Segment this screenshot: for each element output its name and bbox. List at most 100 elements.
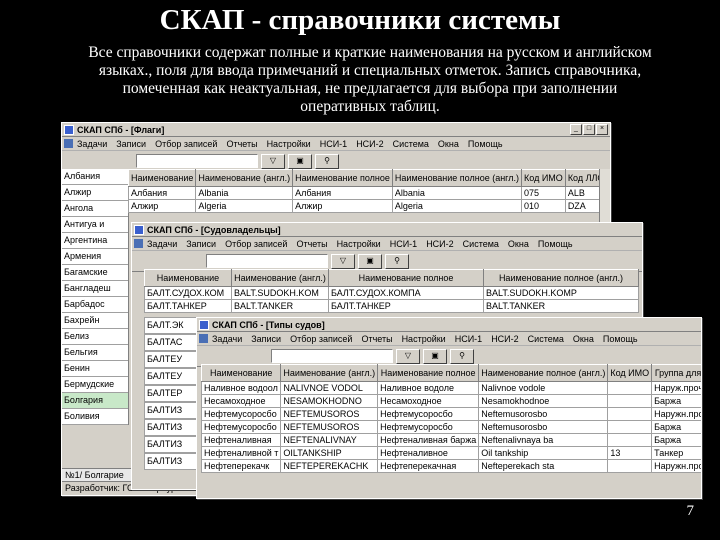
list-item[interactable]: Антигуа и <box>62 217 128 233</box>
col-header[interactable]: Наименование полное <box>292 169 393 187</box>
col-header[interactable]: Наименование (англ.) <box>195 169 294 187</box>
filter-icon[interactable]: ▽ <box>261 153 285 169</box>
menu-system[interactable]: Система <box>463 239 499 249</box>
list-item[interactable]: Бенин <box>62 361 128 377</box>
menu-help[interactable]: Помощь <box>603 334 638 344</box>
filter-field[interactable] <box>136 154 258 168</box>
list-item[interactable]: Армения <box>62 249 128 265</box>
list-item[interactable]: Бельгия <box>62 345 128 361</box>
menu-reports[interactable]: Отчеты <box>226 139 257 149</box>
list-item[interactable]: Ангола <box>62 201 128 217</box>
menu-nsi2[interactable]: НСИ-2 <box>426 239 453 249</box>
search-icon[interactable]: ⚲ <box>385 253 409 269</box>
list-item[interactable]: Албания <box>62 169 128 185</box>
menu-nsi2[interactable]: НСИ-2 <box>491 334 518 344</box>
col-header[interactable]: Наименование <box>144 269 232 287</box>
table-row[interactable]: Нефтеперекачк NEFTEPEREKACHK Нефтеперека… <box>200 459 701 473</box>
menu-windows[interactable]: Окна <box>508 239 529 249</box>
search-icon[interactable]: ⚲ <box>450 348 474 364</box>
menu-records[interactable]: Записи <box>186 239 216 249</box>
menu-tasks[interactable]: Задачи <box>147 239 177 249</box>
table-row[interactable]: Нефтемусоросбо NEFTEMUSOROS Нефтемусорос… <box>200 420 701 434</box>
menu-filter[interactable]: Отбор записей <box>225 239 287 249</box>
list-item[interactable]: БАЛТ.ЭК <box>144 317 202 334</box>
col-header[interactable]: Наименование (англ.) <box>231 269 329 287</box>
table-row[interactable]: Нефтеналивная NEFTENALIVNAY Нефтеналивна… <box>200 433 701 447</box>
menu-records[interactable]: Записи <box>116 139 146 149</box>
list-item[interactable]: Белиз <box>62 329 128 345</box>
table-row[interactable]: Нефтеналивной т OILTANKSHIP Нефтеналивно… <box>200 446 701 460</box>
table-row[interactable]: Албания Albania Албания Albania 075 ALB … <box>127 186 610 200</box>
menu-reports[interactable]: Отчеты <box>361 334 392 344</box>
col-header[interactable]: Наименование (англ.) <box>280 364 379 382</box>
list-item[interactable]: БАЛТИЗ <box>144 436 202 453</box>
save-icon[interactable]: ▣ <box>358 253 382 269</box>
filter-icon[interactable]: ▽ <box>396 348 420 364</box>
ship-types-titlebar[interactable]: СКАП СПб - [Типы судов] <box>197 318 701 332</box>
table-row[interactable]: Нефтемусоросбо NEFTEMUSOROS Нефтемусорос… <box>200 407 701 421</box>
list-item[interactable]: Барбадос <box>62 297 128 313</box>
col-header[interactable]: Наименование <box>127 169 197 187</box>
col-header[interactable]: Наименование полное <box>377 364 480 382</box>
list-item[interactable]: Аргентина <box>62 233 128 249</box>
table-row[interactable]: БАЛТ.СУДОХ.КОМ BALT.SUDOKH.KOM БАЛТ.СУДО… <box>144 286 639 300</box>
filter-field[interactable] <box>271 349 393 363</box>
maximize-icon[interactable]: □ <box>583 124 595 135</box>
col-header[interactable]: Код ИМО <box>607 364 653 382</box>
menu-tasks[interactable]: Задачи <box>77 139 107 149</box>
flags-titlebar[interactable]: СКАП СПб - [Флаги] _ □ × <box>62 123 610 137</box>
list-item[interactable]: БАЛТИЗ <box>144 402 202 419</box>
col-header[interactable]: Группа для отч <box>651 364 701 382</box>
col-header[interactable]: Наименование полное (англ.) <box>483 269 639 287</box>
menu-nsi1[interactable]: НСИ-1 <box>320 139 347 149</box>
list-item[interactable]: Бермудские <box>62 377 128 393</box>
menu-system[interactable]: Система <box>393 139 429 149</box>
list-item[interactable]: БАЛТЕУ <box>144 351 202 368</box>
menu-filter[interactable]: Отбор записей <box>155 139 217 149</box>
menu-windows[interactable]: Окна <box>573 334 594 344</box>
list-item[interactable]: Багамские <box>62 265 128 281</box>
list-item[interactable]: Алжир <box>62 185 128 201</box>
list-item[interactable]: БАЛТИЗ <box>144 419 202 436</box>
menu-settings[interactable]: Настройки <box>402 334 446 344</box>
menu-filter[interactable]: Отбор записей <box>290 334 352 344</box>
col-header[interactable]: Наименование полное (англ.) <box>391 169 523 187</box>
list-item[interactable]: БАЛТЕР <box>144 385 202 402</box>
menu-reports[interactable]: Отчеты <box>296 239 327 249</box>
close-icon[interactable]: × <box>596 124 608 135</box>
list-item[interactable]: Болгария <box>62 393 128 409</box>
col-header[interactable]: Наименование полное <box>328 269 484 287</box>
shipowners-titlebar[interactable]: СКАП СПб - [Судовладельцы] <box>132 223 642 237</box>
menu-help[interactable]: Помощь <box>468 139 503 149</box>
col-header[interactable]: Наименование полное (англ.) <box>478 364 609 382</box>
col-header[interactable]: Наименование <box>200 364 282 382</box>
save-icon[interactable]: ▣ <box>288 153 312 169</box>
menu-system[interactable]: Система <box>528 334 564 344</box>
menu-settings[interactable]: Настройки <box>267 139 311 149</box>
ship-types-window[interactable]: СКАП СПб - [Типы судов] Задачи Записи От… <box>196 317 702 499</box>
menu-records[interactable]: Записи <box>251 334 281 344</box>
table-row[interactable]: Алжир Algeria Алжир Algeria 010 DZA ✓ <box>127 199 610 213</box>
save-icon[interactable]: ▣ <box>423 348 447 364</box>
col-header[interactable]: Код ИМО <box>521 169 566 187</box>
list-item[interactable]: БАЛТЕУ <box>144 368 202 385</box>
list-item[interactable]: БАЛТИЗ <box>144 453 202 470</box>
list-item[interactable]: Бахрейн <box>62 313 128 329</box>
list-item[interactable]: Бангладеш <box>62 281 128 297</box>
menu-nsi2[interactable]: НСИ-2 <box>356 139 383 149</box>
list-item[interactable]: БАЛТАС <box>144 334 202 351</box>
filter-icon[interactable]: ▽ <box>331 253 355 269</box>
menu-settings[interactable]: Настройки <box>337 239 381 249</box>
menu-help[interactable]: Помощь <box>538 239 573 249</box>
filter-field[interactable] <box>206 254 328 268</box>
menu-nsi1[interactable]: НСИ-1 <box>390 239 417 249</box>
table-row[interactable]: Несамоходное NESAMOKHODNO Несамоходное N… <box>200 394 701 408</box>
menu-windows[interactable]: Окна <box>438 139 459 149</box>
table-row[interactable]: БАЛТ.ТАНКЕР BALT.TANKER БАЛТ.ТАНКЕР BALT… <box>144 299 639 313</box>
search-icon[interactable]: ⚲ <box>315 153 339 169</box>
menu-tasks[interactable]: Задачи <box>212 334 242 344</box>
list-item[interactable]: Боливия <box>62 409 128 425</box>
table-row[interactable]: Наливное водоол NALIVNOE VODOL Наливное … <box>200 381 701 395</box>
menu-nsi1[interactable]: НСИ-1 <box>455 334 482 344</box>
minimize-icon[interactable]: _ <box>570 124 582 135</box>
